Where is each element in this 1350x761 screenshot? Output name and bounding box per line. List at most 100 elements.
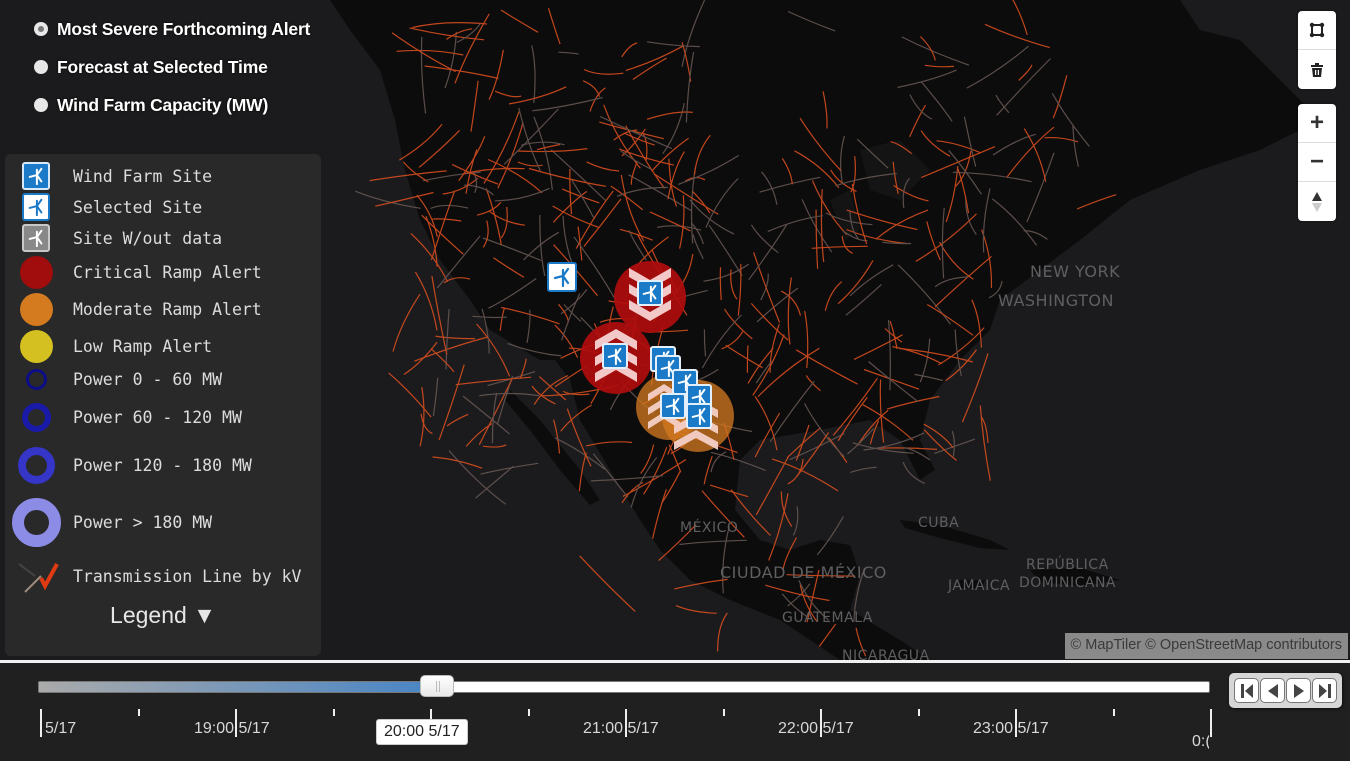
- tick-label: 21:00 5/17: [583, 720, 659, 737]
- critical-alert-circle-icon: [19, 255, 53, 289]
- wind-farm-site[interactable]: [602, 343, 628, 369]
- legend-label: Power 120 - 180 MW: [73, 455, 252, 475]
- map-attribution[interactable]: © MapTiler © OpenStreetMap contributors: [1064, 633, 1348, 659]
- radio-button[interactable]: [34, 60, 48, 74]
- radio-button[interactable]: [34, 98, 48, 112]
- place-label-washington: WASHINGTON: [998, 291, 1114, 310]
- legend-label: Moderate Ramp Alert: [73, 299, 262, 319]
- tick-label: 23:00 5/17: [973, 720, 1049, 737]
- map[interactable]: NEW YORK WASHINGTON MÉXICO CIUDAD DE MÉX…: [0, 0, 1350, 660]
- transmission-line: [482, 444, 507, 448]
- legend-label: Wind Farm Site: [73, 166, 213, 186]
- zoom-out-button[interactable]: −: [1298, 143, 1336, 182]
- timeline-track[interactable]: [38, 681, 1210, 693]
- timeline-slider-panel: 5/17 19:00 5/17 20:00 5/17 21:00 5/17 22…: [0, 660, 1350, 761]
- transmission-line: [961, 353, 989, 423]
- playback-controls: [1229, 673, 1342, 708]
- timeline-slider-handle[interactable]: [419, 675, 454, 697]
- radio-button-checked[interactable]: [34, 22, 48, 36]
- compass-icon: [1312, 191, 1322, 212]
- layer-radio-wind-farm-capacity[interactable]: Wind Farm Capacity (MW): [34, 86, 310, 124]
- moderate-alert-circle-icon: [19, 292, 53, 326]
- transmission-line: [445, 309, 450, 370]
- transmission-line: [771, 458, 839, 492]
- transmission-line: [675, 605, 717, 614]
- place-label-dominicana: DOMINICANA: [1019, 575, 1117, 591]
- transmission-line: [533, 374, 569, 405]
- place-label-guatemala: GUATEMALA: [782, 610, 873, 626]
- legend-item-power-120-180: Power 120 - 180 MW: [5, 446, 321, 484]
- legend-item-moderate-alert: Moderate Ramp Alert: [5, 292, 321, 326]
- transmission-line: [491, 392, 498, 444]
- site-without-data-icon: [22, 224, 50, 252]
- layer-radio-forecast-selected-time[interactable]: Forecast at Selected Time: [34, 48, 310, 86]
- delete-button[interactable]: [1298, 50, 1336, 89]
- minor-tick: [527, 709, 530, 716]
- wind-farm-site-selected[interactable]: [547, 262, 577, 292]
- legend-item-site-without-data: Site W/out data: [5, 224, 321, 252]
- navigation-controls: + −: [1298, 104, 1336, 221]
- wind-farm-site[interactable]: [660, 393, 686, 419]
- wind-turbine-icon: [553, 267, 570, 287]
- tick-label: 0:(: [1192, 733, 1209, 750]
- minor-tick: [332, 709, 335, 716]
- major-tick: [40, 709, 42, 737]
- power-ring-xlarge-icon: [11, 497, 61, 547]
- minor-tick: [917, 709, 920, 716]
- trash-icon: [1311, 62, 1323, 77]
- transmission-line: [746, 345, 749, 373]
- transmission-line: [462, 395, 510, 435]
- compass-button[interactable]: [1298, 182, 1336, 221]
- transmission-line: [579, 555, 636, 612]
- draw-polygon-button[interactable]: [1298, 11, 1336, 50]
- play-button[interactable]: [1286, 678, 1311, 703]
- wind-turbine-icon: [691, 407, 706, 425]
- transmission-line: [432, 377, 439, 417]
- tick-label: 22:00 5/17: [778, 720, 854, 737]
- transmission-line: [847, 428, 875, 455]
- step-back-button[interactable]: [1260, 678, 1285, 703]
- wind-farm-site-icon: [22, 162, 50, 190]
- wind-farm-site[interactable]: [637, 280, 663, 306]
- legend-label: Critical Ramp Alert: [73, 262, 262, 282]
- timeline-progress-fill: [39, 682, 426, 692]
- transmission-line: [780, 491, 793, 527]
- skip-to-start-button[interactable]: [1234, 678, 1259, 703]
- legend-label: Selected Site: [73, 197, 203, 217]
- place-label-nicaragua: NICARAGUA: [842, 648, 930, 660]
- legend-label: Power 60 - 120 MW: [73, 407, 242, 427]
- wind-turbine-icon: [642, 284, 657, 302]
- legend-label: Transmission Line by kV: [73, 566, 302, 586]
- step-back-icon: [1267, 683, 1278, 698]
- transmission-line: [355, 190, 421, 209]
- transmission-line: [430, 348, 455, 373]
- skip-to-end-button[interactable]: [1312, 678, 1337, 703]
- skip-to-start-icon: [1240, 683, 1253, 698]
- place-label-mexico: MÉXICO: [680, 520, 739, 536]
- place-label-jamaica: JAMAICA: [948, 578, 1011, 594]
- legend-item-transmission-line: Transmission Line by kV: [5, 556, 321, 596]
- power-ring-medium-icon: [21, 402, 51, 432]
- layer-radio-most-severe-alert[interactable]: Most Severe Forthcoming Alert: [34, 10, 310, 48]
- transmission-line: [716, 612, 728, 652]
- transmission-line: [414, 336, 489, 362]
- wind-farm-site[interactable]: [686, 403, 712, 429]
- transmission-line: [792, 506, 799, 536]
- place-label-republica: REPÚBLICA: [1026, 557, 1109, 573]
- current-time-label: 20:00 5/17: [376, 719, 468, 745]
- minor-tick: [1112, 709, 1115, 716]
- layer-radio-label: Wind Farm Capacity (MW): [57, 94, 269, 115]
- zoom-in-button[interactable]: +: [1298, 104, 1336, 143]
- place-label-cuba: CUBA: [918, 515, 960, 531]
- legend-toggle-button[interactable]: Legend ▼: [5, 602, 321, 629]
- play-icon: [1293, 683, 1304, 698]
- transmission-line: [480, 462, 539, 475]
- legend-panel: Wind Farm Site Selected Site Site W/out …: [5, 154, 321, 656]
- draw-controls: [1298, 11, 1336, 89]
- legend-item-power-0-60: Power 0 - 60 MW: [5, 367, 321, 391]
- minor-tick: [722, 709, 725, 716]
- legend-label: Power 0 - 60 MW: [73, 369, 223, 389]
- layer-radio-label: Forecast at Selected Time: [57, 56, 268, 77]
- legend-item-wind-farm-site: Wind Farm Site: [5, 162, 321, 190]
- transmission-line: [392, 293, 421, 352]
